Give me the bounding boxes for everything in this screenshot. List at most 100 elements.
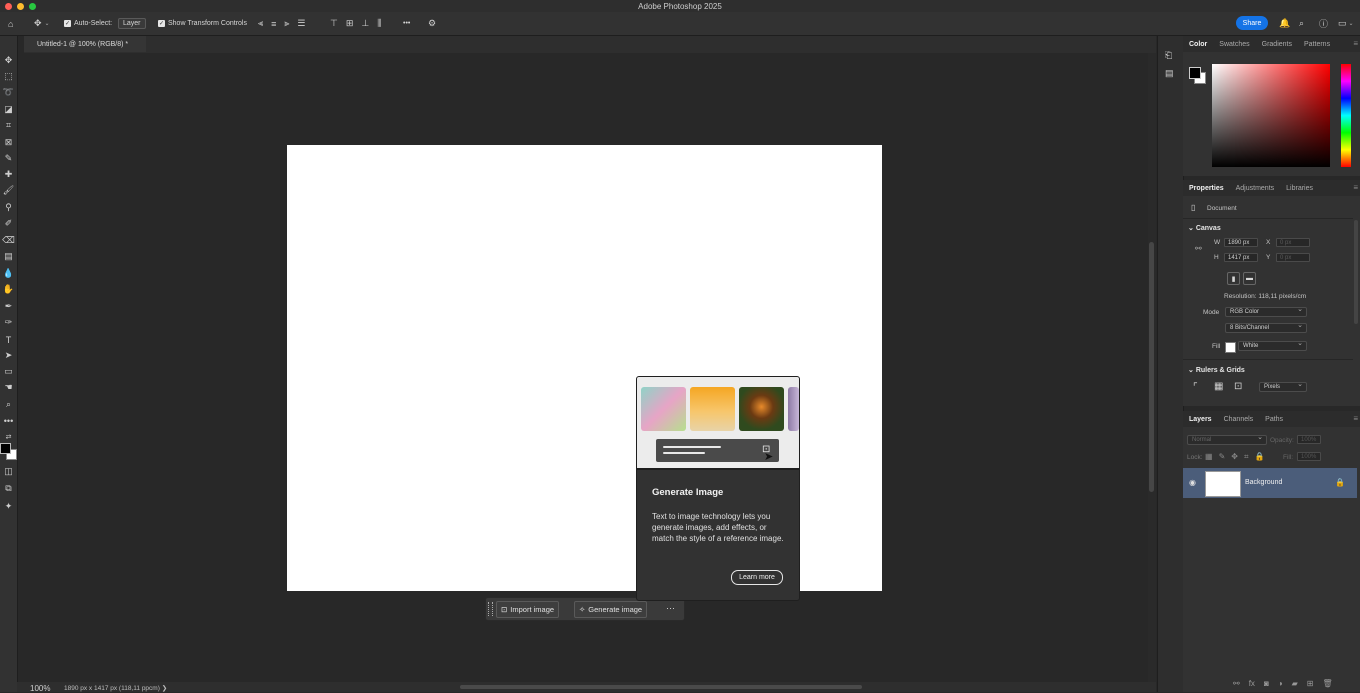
move-tool-icon[interactable]: ✥ <box>2 54 15 67</box>
tab-properties[interactable]: Properties <box>1183 185 1230 192</box>
align-right-icon[interactable]: ⫸ <box>284 18 289 29</box>
panel-menu-icon[interactable]: ≡ <box>1353 414 1358 423</box>
auto-select-dropdown[interactable]: Layer <box>118 17 146 30</box>
rulers-icon[interactable]: ⌜ <box>1193 382 1198 393</box>
drag-handle[interactable] <box>488 602 493 616</box>
lock-position-icon[interactable]: ✥ <box>1231 452 1238 462</box>
add-mask-icon[interactable]: ◙ <box>1264 679 1269 688</box>
properties-scrollbar[interactable] <box>1354 220 1358 324</box>
align-left-icon[interactable]: ⫷ <box>258 18 263 29</box>
guides-icon[interactable]: ⊡ <box>1234 381 1242 392</box>
rectangle-tool-icon[interactable]: ▭ <box>2 365 15 378</box>
pen-tool-icon[interactable]: ✒ <box>2 300 15 313</box>
landscape-orientation-icon[interactable]: ▬ <box>1243 272 1256 285</box>
portrait-orientation-icon[interactable]: ▮ <box>1227 272 1240 285</box>
generate-image-button[interactable]: ✧ Generate image <box>574 601 648 618</box>
distribute-icon[interactable]: ⫼ <box>377 18 381 29</box>
path-selection-tool-icon[interactable]: ➤ <box>2 349 15 362</box>
horizontal-scrollbar-thumb[interactable] <box>460 685 862 689</box>
panel-menu-icon[interactable]: ≡ <box>1353 183 1358 192</box>
crop-tool-icon[interactable]: ⌗ <box>2 119 15 132</box>
hue-slider[interactable] <box>1341 64 1351 167</box>
document-tab[interactable]: Untitled-1 @ 100% (RGB/8) * <box>24 36 146 52</box>
quick-mask-icon[interactable]: ◫ <box>2 465 15 478</box>
lock-artboard-icon[interactable]: ⌗ <box>1244 452 1249 462</box>
generative-icon[interactable]: ✦ <box>2 500 15 513</box>
blend-mode-dropdown[interactable]: Normal <box>1187 433 1267 445</box>
more-options-button[interactable]: ··· <box>666 603 675 613</box>
help-icon[interactable]: ⓘ <box>1319 17 1328 30</box>
height-field[interactable]: 1417 px <box>1224 253 1258 262</box>
eraser-tool-icon[interactable]: ⌫ <box>2 234 15 247</box>
layer-name[interactable]: Background <box>1245 479 1282 486</box>
tab-adjustments[interactable]: Adjustments <box>1230 185 1281 192</box>
freeform-pen-icon[interactable]: ✑ <box>2 316 15 329</box>
tab-swatches[interactable]: Swatches <box>1213 41 1255 48</box>
eyedropper-tool-icon[interactable]: ✎ <box>2 152 15 165</box>
width-field[interactable]: 1890 px <box>1224 238 1258 247</box>
healing-brush-tool-icon[interactable]: ✚ <box>2 168 15 181</box>
color-foreground-swatch[interactable] <box>1189 67 1201 79</box>
bit-depth-dropdown[interactable]: 8 Bits/Channel <box>1225 321 1307 333</box>
align-middle-icon[interactable]: ⊞ <box>346 18 354 29</box>
move-tool-preset-icon[interactable]: ✥ ⌄ <box>34 17 50 30</box>
import-image-button[interactable]: ⊡ Import image <box>496 601 560 618</box>
dodge-tool-icon[interactable]: ✋ <box>2 283 15 296</box>
panel-menu-icon[interactable]: ≡ <box>1353 39 1358 48</box>
learn-more-button[interactable]: Learn more <box>731 570 783 585</box>
edit-toolbar-icon[interactable]: ••• <box>2 414 15 427</box>
object-selection-tool-icon[interactable]: ◪ <box>2 103 15 116</box>
color-picker-field[interactable] <box>1212 64 1330 167</box>
zoom-tool-icon[interactable]: ⌕ <box>2 398 15 411</box>
hand-tool-icon[interactable]: ☚ <box>2 381 15 394</box>
type-tool-icon[interactable]: T <box>2 333 15 346</box>
marquee-tool-icon[interactable]: ⬚ <box>2 70 15 83</box>
tab-color[interactable]: Color <box>1183 41 1213 48</box>
tab-patterns[interactable]: Patterns <box>1298 41 1336 48</box>
tab-gradients[interactable]: Gradients <box>1256 41 1298 48</box>
visibility-eye-icon[interactable]: ◉ <box>1189 478 1196 487</box>
align-top-icon[interactable]: ⊤ <box>330 18 338 29</box>
auto-select-checkbox[interactable]: ✓ Auto-Select: <box>64 17 112 30</box>
adjustment-layer-icon[interactable]: ◑ <box>1278 679 1283 688</box>
history-brush-tool-icon[interactable]: ✐ <box>2 217 15 230</box>
lock-all-icon[interactable]: 🔒 <box>1254 452 1264 462</box>
foreground-color-swatch[interactable] <box>0 443 11 454</box>
layer-row[interactable]: ◉ Background 🔒 <box>1183 468 1357 498</box>
lock-transparent-icon[interactable]: ▦ <box>1205 452 1213 462</box>
rulers-grids-section-header[interactable]: ⌄ Rulers & Grids <box>1188 366 1245 374</box>
document-info[interactable]: 1890 px x 1417 px (118,11 ppcm) ❯ <box>64 684 167 692</box>
tab-channels[interactable]: Channels <box>1218 416 1260 423</box>
delete-layer-icon[interactable]: 🗑 <box>1322 679 1332 688</box>
notifications-bell-icon[interactable]: 🔔 <box>1279 17 1290 30</box>
x-field[interactable]: 0 px <box>1276 238 1310 247</box>
tab-libraries[interactable]: Libraries <box>1280 185 1319 192</box>
mode-dropdown[interactable]: RGB Color <box>1225 305 1307 317</box>
new-group-icon[interactable]: ▰ <box>1292 679 1298 688</box>
link-icon[interactable]: ⚯ <box>1195 244 1202 253</box>
align-bottom-icon[interactable]: ⊥ <box>361 18 369 29</box>
more-options-button[interactable]: ••• <box>403 17 410 30</box>
tab-layers[interactable]: Layers <box>1183 416 1218 423</box>
link-layers-icon[interactable]: ⚯ <box>1233 679 1240 688</box>
lasso-tool-icon[interactable]: ➰ <box>2 86 15 99</box>
settings-gear-icon[interactable]: ⚙ <box>428 17 436 30</box>
y-field[interactable]: 0 px <box>1276 253 1310 262</box>
home-icon[interactable]: ⌂ <box>8 17 13 30</box>
search-icon[interactable]: ⌕ <box>1299 17 1304 30</box>
lock-image-icon[interactable]: ✎ <box>1219 452 1226 462</box>
frame-tool-icon[interactable]: ⊠ <box>2 136 15 149</box>
gradient-tool-icon[interactable]: ▤ <box>2 250 15 263</box>
history-panel-icon[interactable]: ⎗ <box>1165 50 1172 61</box>
canvas-section-header[interactable]: ⌄ Canvas <box>1188 224 1221 232</box>
fill-color-swatch[interactable] <box>1225 342 1236 353</box>
align-horizontal-icon[interactable]: ☰ <box>297 18 305 29</box>
blur-tool-icon[interactable]: 💧 <box>2 267 15 280</box>
fx-icon[interactable]: fx <box>1249 679 1255 688</box>
brush-tool-icon[interactable]: 🖌 <box>2 184 15 197</box>
new-layer-icon[interactable]: ⊞ <box>1307 679 1314 688</box>
screen-mode-icon[interactable]: ⧉ <box>2 482 15 495</box>
show-transform-controls-checkbox[interactable]: ✓ Show Transform Controls <box>158 17 247 30</box>
align-center-icon[interactable]: ≡ <box>271 19 276 29</box>
units-dropdown[interactable]: Pixels <box>1259 380 1307 392</box>
